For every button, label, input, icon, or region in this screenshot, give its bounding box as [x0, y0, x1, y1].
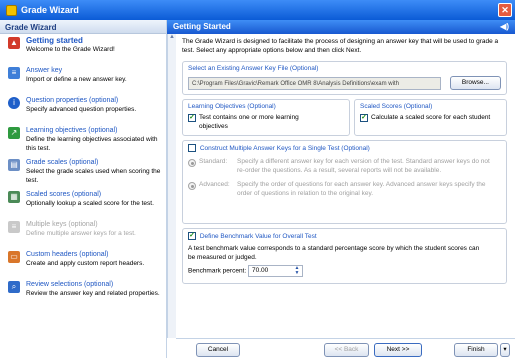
info-icon: i — [8, 97, 20, 109]
scaled-scores-group: Scaled Scores (Optional) ✓ Calculate a s… — [354, 99, 507, 136]
sidebar-item-desc: Create and apply custom report headers. — [26, 260, 145, 267]
close-button[interactable]: ✕ — [498, 3, 512, 17]
sidebar-item-label: Learning objectives (optional) — [26, 127, 118, 134]
sidebar-item-desc: Optionally lookup a scaled score for the… — [26, 200, 154, 207]
sidebar-item-answer-key[interactable]: ≡ Answer key Import or define a new answ… — [0, 64, 166, 94]
multiple-keys-checkbox-label: Construct Multiple Answer Keys for a Sin… — [199, 144, 370, 152]
sidebar-item-learning-objectives[interactable]: ↗ Learning objectives (optional) Define … — [0, 124, 166, 156]
panel-header: Getting Started ◀) — [167, 20, 515, 34]
sidebar-item-review-selections[interactable]: ⌕ Review selections (optional) Review th… — [0, 278, 166, 308]
intro-text: The Grade Wizard is designed to facilita… — [182, 38, 499, 54]
sidebar-item-label: Review selections (optional) — [26, 281, 114, 288]
multiple-keys-icon: ≡ — [8, 221, 20, 233]
benchmark-checkbox[interactable]: ✓ — [188, 232, 196, 240]
learning-objectives-checkbox[interactable]: ✓ — [188, 114, 196, 122]
footer-bar: Cancel << Back Next >> Finish ▾ — [176, 338, 515, 358]
benchmark-percent-label: Benchmark percent: — [188, 267, 247, 275]
finish-button[interactable]: Finish — [454, 343, 498, 357]
cancel-button[interactable]: Cancel — [196, 343, 240, 357]
speaker-icon[interactable]: ◀) — [500, 22, 509, 31]
window-title: Grade Wizard — [21, 5, 79, 15]
trend-icon: ↗ — [8, 127, 20, 139]
standard-description: Specify a different answer key for each … — [237, 158, 490, 174]
standard-radio-label: Standard: — [199, 158, 228, 166]
page-title: Getting Started — [173, 22, 231, 31]
sidebar-item-desc: Welcome to the Grade Wizard! — [26, 46, 115, 53]
sidebar-item-question-properties[interactable]: i Question properties (optional) Specify… — [0, 94, 166, 124]
sidebar-item-label: Multiple keys (optional) — [26, 221, 98, 228]
learning-objectives-checkbox-label: Test contains one or more learning objec… — [199, 114, 299, 130]
scaled-score-checkbox-label: Calculate a scaled score for each studen… — [371, 114, 491, 121]
scaled-score-checkbox[interactable]: ✓ — [360, 114, 368, 122]
advanced-radio — [188, 182, 196, 191]
sidebar-item-label: Grade scales (optional) — [26, 159, 99, 166]
sidebar-item-label: Scaled scores (optional) — [26, 191, 102, 198]
review-icon: ⌕ — [8, 281, 20, 293]
sidebar-header: Grade Wizard — [0, 20, 166, 34]
advanced-description: Specify the order of questions for each … — [237, 181, 486, 197]
benchmark-percent-value: 70.00 — [251, 267, 269, 275]
scroll-up-icon[interactable]: ▲ — [168, 34, 176, 42]
benchmark-group: ✓ Define Benchmark Value for Overall Tes… — [182, 228, 507, 284]
custom-header-icon: ▭ — [8, 251, 20, 263]
scaled-scores-label: Scaled Scores (Optional) — [360, 103, 433, 110]
browse-button[interactable]: Browse... — [449, 76, 501, 90]
sidebar-item-custom-headers[interactable]: ▭ Custom headers (optional) Create and a… — [0, 248, 166, 278]
sidebar-item-desc: Specify advanced question properties. — [26, 106, 137, 113]
learning-objectives-group: Learning Objectives (Optional) ✓ Test co… — [182, 99, 350, 136]
sidebar: Grade Wizard ▲ Getting started Welcome t… — [0, 20, 167, 358]
advanced-radio-label: Advanced: — [199, 181, 230, 189]
sidebar-item-desc: Import or define a new answer key. — [26, 76, 127, 83]
standard-radio — [188, 159, 196, 168]
benchmark-description: A test benchmark value corresponds to a … — [188, 245, 480, 261]
next-button[interactable]: Next >> — [374, 343, 422, 357]
app-icon — [6, 4, 17, 16]
existing-key-label: Select an Existing Answer Key File (Opti… — [188, 65, 319, 72]
sidebar-item-grade-scales[interactable]: ▤ Grade scales (optional) Select the gra… — [0, 156, 166, 188]
sidebar-item-label: Question properties (optional) — [26, 97, 119, 104]
benchmark-checkbox-label: Define Benchmark Value for Overall Test — [199, 232, 317, 240]
sidebar-item-label: Getting started — [26, 36, 83, 45]
scaled-score-icon: ▦ — [8, 191, 20, 203]
existing-key-group: Select an Existing Answer Key File (Opti… — [182, 61, 507, 95]
vertical-scrollbar[interactable]: ▲ — [167, 34, 176, 338]
grade-scale-icon: ▤ — [8, 159, 20, 171]
multiple-keys-group: Construct Multiple Answer Keys for a Sin… — [182, 140, 507, 224]
finish-dropdown-button[interactable]: ▾ — [500, 343, 510, 357]
sidebar-item-multiple-keys: ≡ Multiple keys (optional) Define multip… — [0, 218, 166, 248]
grad-cap-icon: ▲ — [8, 37, 20, 49]
sidebar-item-desc: Define the learning objectives associate… — [26, 136, 158, 152]
multiple-keys-checkbox[interactable] — [188, 144, 196, 152]
sidebar-item-label: Custom headers (optional) — [26, 251, 109, 258]
sidebar-item-desc: Define multiple answer keys for a test. — [26, 230, 136, 237]
benchmark-percent-stepper[interactable]: 70.00 ▲ ▼ — [247, 265, 303, 278]
sidebar-item-scaled-scores[interactable]: ▦ Scaled scores (optional) Optionally lo… — [0, 188, 166, 218]
learning-objectives-label: Learning Objectives (Optional) — [188, 103, 276, 110]
answer-key-path-field[interactable]: C:\Program Files\Gravic\Remark Office OM… — [188, 76, 441, 90]
stepper-arrows-icon[interactable]: ▲ ▼ — [293, 266, 301, 276]
sidebar-item-getting-started[interactable]: ▲ Getting started Welcome to the Grade W… — [0, 34, 166, 64]
answer-key-icon: ≡ — [8, 67, 20, 79]
sidebar-item-desc: Review the answer key and related proper… — [26, 290, 160, 297]
content-area: The Grade Wizard is designed to facilita… — [178, 34, 511, 338]
sidebar-item-label: Answer key — [26, 67, 63, 74]
title-bar: Grade Wizard ✕ — [0, 0, 515, 20]
sidebar-item-desc: Select the grade scales used when scorin… — [26, 168, 161, 184]
back-button: << Back — [324, 343, 369, 357]
